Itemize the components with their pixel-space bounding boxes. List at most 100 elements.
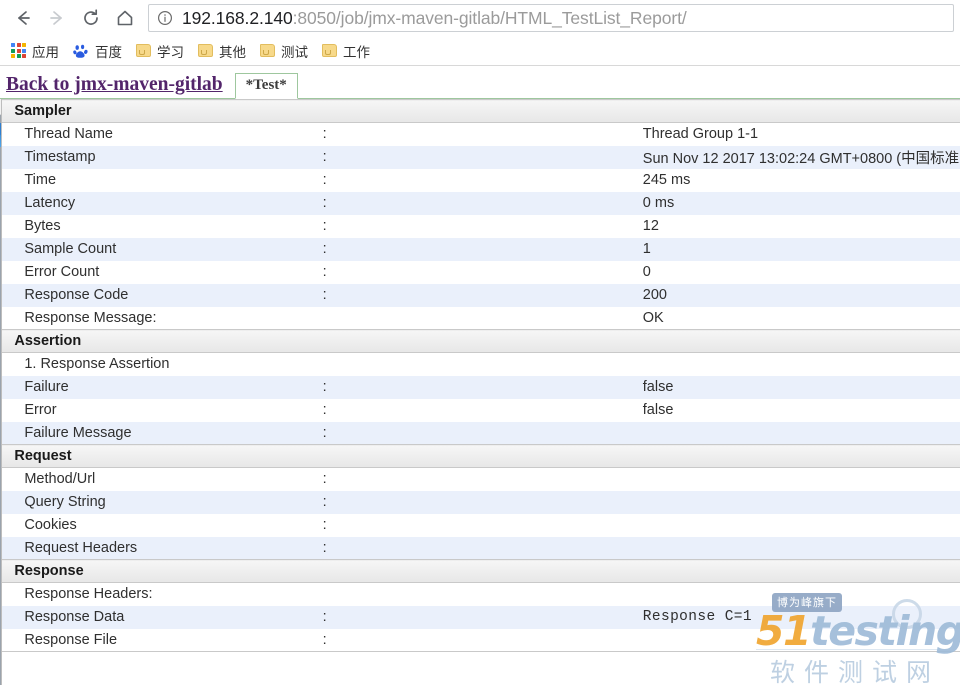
detail-row-colon: : (321, 191, 641, 215)
detail-row-colon: : (322, 517, 327, 533)
bookmark-label: 学习 (157, 44, 184, 60)
back-button[interactable] (6, 1, 40, 35)
detail-row-key: Response Code (2, 283, 322, 307)
detail-row-value (640, 490, 960, 514)
bookmark-label: 其他 (219, 44, 246, 60)
detail-row-value: OK (642, 309, 664, 326)
bookmark-label: 工作 (343, 44, 370, 60)
detail-row: Bytes: 12 (2, 215, 960, 238)
detail-row-value: false (640, 375, 960, 399)
detail-row-key: Sample Count (2, 237, 322, 261)
detail-row-value (641, 468, 960, 491)
detail-row-value (641, 514, 960, 537)
detail-section-header: Response (2, 559, 960, 583)
detail-row: Cookies: (2, 514, 960, 537)
url-path: :8050/job/jmx-maven-gitlab/HTML_TestList… (292, 7, 687, 28)
detail-row-value: 245 ms (642, 172, 691, 188)
bookmark-label: 测试 (281, 44, 308, 60)
detail-row: Failure Message: (2, 421, 960, 445)
detail-row: Failure: false (2, 375, 960, 399)
detail-row-value (640, 536, 960, 560)
tab-test[interactable]: *Test* (234, 73, 298, 99)
bookmark-baidu[interactable]: 百度 (68, 39, 129, 63)
detail-row-colon: : (321, 145, 641, 169)
sampler-detail-table: Sampler Thread Name: Thread Group 1-1 Times… (2, 99, 960, 675)
detail-row-colon (322, 583, 641, 606)
detail-row: Response Data: Response C=1 (2, 605, 960, 629)
detail-row: Method/Url: (2, 468, 960, 491)
bookmark-folder-qita[interactable]: 其他 (193, 39, 253, 63)
detail-row: Response Message: OK (2, 307, 960, 330)
address-bar[interactable]: 192.168.2.140:8050/job/jmx-maven-gitlab/… (148, 4, 954, 32)
apps-grid-icon (11, 43, 26, 58)
detail-row: Response File: (2, 629, 960, 652)
detail-row-key: Time (24, 172, 57, 188)
detail-row: Response Code:200 (2, 283, 960, 307)
detail-row-colon: : (321, 490, 641, 514)
bookmark-apps[interactable]: 应用 (6, 39, 66, 63)
back-to-job-link[interactable]: Back to jmx-maven-gitlab (6, 74, 223, 96)
bookmarks-bar: 应用 百度 学习 其他 测试 工作 (0, 36, 960, 66)
detail-row-key: Cookies (24, 517, 77, 533)
detail-row-key: Bytes (24, 218, 61, 234)
detail-row-value: Thread Group 1-1 (642, 126, 759, 143)
home-icon[interactable] (108, 1, 142, 35)
detail-row: Response Headers: (2, 583, 960, 606)
detail-row-value (641, 583, 960, 606)
detail-row-key: Error (24, 402, 57, 418)
detail-row-key: Response Headers: (24, 586, 153, 603)
url-text: 192.168.2.140:8050/job/jmx-maven-gitlab/… (182, 8, 687, 29)
detail-row-key: Method/Url (24, 471, 96, 488)
detail-row-key: Query String (2, 490, 322, 514)
detail-row-colon (322, 307, 641, 330)
detail-row: Request Headers: (2, 536, 960, 560)
page-info-icon[interactable] (157, 10, 173, 26)
detail-row: Timestamp: Sun Nov 12 2017 13:02:24 GMT+0… (2, 145, 960, 169)
detail-row: Time: 245 ms (2, 169, 960, 192)
detail-row-colon: : (321, 536, 641, 560)
detail-row: Error Count: 0 (2, 261, 960, 284)
bookmark-folder-ceshi[interactable]: 测试 (255, 39, 315, 63)
detail-row-colon: : (322, 126, 327, 143)
bookmark-folder-gongzuo[interactable]: 工作 (317, 39, 377, 63)
detail-section-title: Request (2, 444, 960, 468)
bookmark-folder-xuexi[interactable]: 学习 (131, 39, 191, 63)
reload-icon[interactable] (74, 1, 108, 35)
detail-row-key: Response Data (2, 605, 322, 629)
detail-row-colon: : (322, 471, 327, 488)
detail-section-header: Request (2, 444, 960, 468)
detail-row-colon: : (322, 264, 327, 280)
detail-row-key: Timestamp (2, 145, 322, 169)
detail-row-colon: : (321, 283, 641, 307)
detail-row-colon: : (321, 375, 641, 399)
browser-chrome: 192.168.2.140:8050/job/jmx-maven-gitlab/… (0, 0, 960, 66)
detail-row: Thread Name: Thread Group 1-1 (2, 123, 960, 146)
detail-row: Sample Count:1 (2, 237, 960, 261)
detail-row: Error: false (2, 399, 960, 422)
url-host: 192.168.2.140 (182, 7, 293, 28)
folder-icon (322, 44, 337, 57)
detail-row-value (640, 421, 960, 445)
sampler-detail-pane: Sampler Thread Name: Thread Group 1-1 Times… (1, 99, 960, 685)
forward-button[interactable] (40, 1, 74, 35)
detail-row-value: 0 (642, 264, 651, 280)
detail-row-key: Error Count (24, 264, 100, 280)
detail-row-value: Sun Nov 12 2017 13:02:24 GMT+0800 (中国标准时… (640, 145, 960, 169)
detail-row-value: 1 (640, 237, 960, 261)
detail-row-colon: : (322, 402, 327, 418)
detail-row-value: false (642, 402, 674, 418)
detail-section-title: Response (2, 559, 960, 583)
detail-row-colon: : (322, 218, 327, 234)
detail-row-key: Latency (2, 191, 322, 215)
detail-section-title: Assertion (2, 329, 960, 353)
report-page: Back to jmx-maven-gitlab *Test* Thread: … (0, 66, 960, 685)
detail-row-colon: : (321, 237, 641, 261)
detail-row-value: 0 ms (640, 191, 960, 215)
detail-row-value: 200 (640, 283, 960, 307)
detail-row-key: Request Headers (2, 536, 322, 560)
detail-row-key: Failure (2, 375, 322, 399)
detail-row: Query String: (2, 490, 960, 514)
detail-row-value: Response C=1 (640, 605, 960, 629)
report-body: Thread: Thread Group 1-1Sample 1Sample 2… (0, 99, 960, 685)
detail-row-colon: : (322, 631, 327, 648)
